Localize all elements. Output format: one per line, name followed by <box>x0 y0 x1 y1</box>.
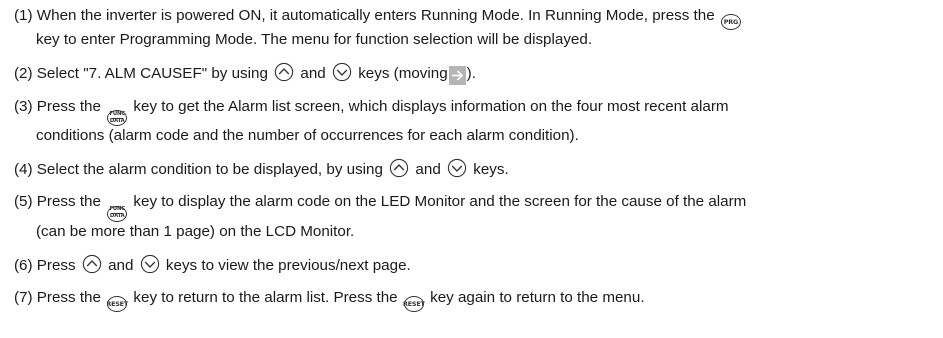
reset-key-icon: RESET <box>403 295 425 312</box>
step-text: and <box>415 161 441 179</box>
step-text: Press the <box>36 193 101 211</box>
step-text: keys. <box>473 161 509 179</box>
step-6: (6) Press and keys to view the previous/… <box>14 254 933 276</box>
up-arrow-key-icon <box>389 158 409 178</box>
down-arrow-key-icon <box>140 254 160 274</box>
reset-key-icon: RESET <box>106 295 128 312</box>
step-text: key to enter Programming Mode. The menu … <box>36 31 593 48</box>
func-data-key-icon: FUNC DATA <box>107 110 128 127</box>
step-text: and <box>300 65 326 82</box>
step-number: (3) <box>14 98 33 115</box>
step-text: key to display the alarm code on the LED… <box>133 193 747 211</box>
step-text: When the inverter is powered ON, it auto… <box>36 7 715 24</box>
step-text: ). <box>466 65 476 82</box>
step-text: key to get the Alarm list screen, which … <box>133 98 729 115</box>
step-number: (7) <box>14 288 33 306</box>
down-arrow-key-icon <box>447 158 467 178</box>
step-number: (4) <box>14 161 33 179</box>
step-4: (4) Select the alarm condition to be dis… <box>14 158 933 180</box>
step-text: Select "7. ALM CAUSEF" by using <box>36 65 268 82</box>
step-text: and <box>108 256 134 274</box>
up-arrow-key-icon <box>274 62 294 82</box>
step-text: Press <box>36 256 76 274</box>
step-text: key again to return to the menu. <box>430 288 645 306</box>
func-data-key-icon: FUNC DATA <box>107 205 128 222</box>
down-arrow-key-icon <box>332 62 352 82</box>
step-3: (3) Press the FUNC DATA key to get the Al… <box>14 97 933 146</box>
step-number: (1) <box>14 7 33 24</box>
step-7: (7) Press the RESET key to return to the… <box>14 288 933 312</box>
step-text: (can be more than 1 page) on the LCD Mon… <box>36 222 355 240</box>
step-text: conditions (alarm code and the number of… <box>36 127 579 145</box>
instruction-list: (1) When the inverter is powered ON, it … <box>0 0 943 338</box>
up-arrow-key-icon <box>82 254 102 274</box>
right-arrow-cursor-icon <box>448 66 466 85</box>
step-2: (2) Select "7. ALM CAUSEF" by using and … <box>14 62 933 85</box>
step-number: (5) <box>14 193 33 211</box>
step-1: (1) When the inverter is powered ON, it … <box>14 6 933 50</box>
step-5: (5) Press the FUNC DATA key to display th… <box>14 192 933 241</box>
step-number: (2) <box>14 65 33 82</box>
prg-key-icon: PRG <box>720 14 741 30</box>
step-text: keys to view the previous/next page. <box>165 256 411 274</box>
step-text: Select the alarm condition to be display… <box>36 161 383 179</box>
step-text: Press the <box>36 98 101 115</box>
step-text: Press the <box>36 288 101 306</box>
step-text: keys (moving <box>358 65 448 82</box>
step-number: (6) <box>14 256 33 274</box>
step-text: key to return to the alarm list. Press t… <box>133 288 398 306</box>
